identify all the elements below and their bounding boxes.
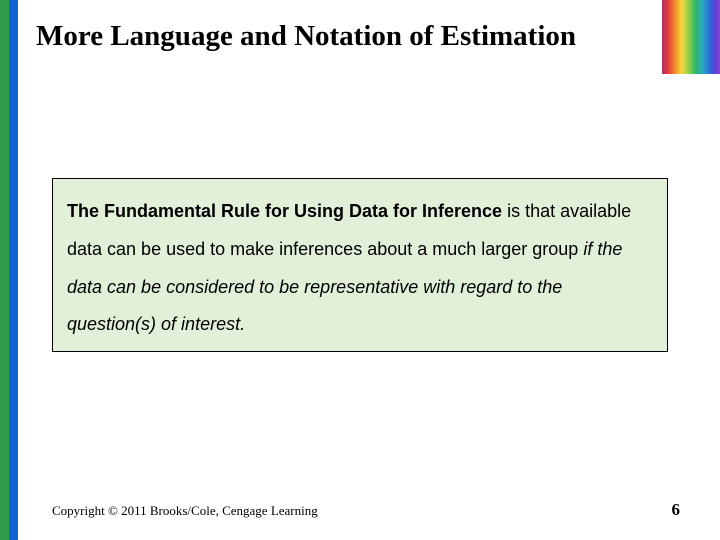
- copyright-text: Copyright © 2011 Brooks/Cole, Cengage Le…: [52, 503, 318, 519]
- footer: Copyright © 2011 Brooks/Cole, Cengage Le…: [52, 500, 680, 520]
- stripe-green: [0, 0, 9, 540]
- page-title: More Language and Notation of Estimation: [36, 20, 576, 53]
- left-accent-stripes: [0, 0, 18, 540]
- page-number: 6: [672, 500, 681, 520]
- stripe-blue: [9, 0, 18, 540]
- corner-rainbow-graphic: [662, 0, 720, 74]
- rule-name: The Fundamental Rule for Using Data for …: [67, 201, 502, 221]
- rule-box: The Fundamental Rule for Using Data for …: [52, 178, 668, 352]
